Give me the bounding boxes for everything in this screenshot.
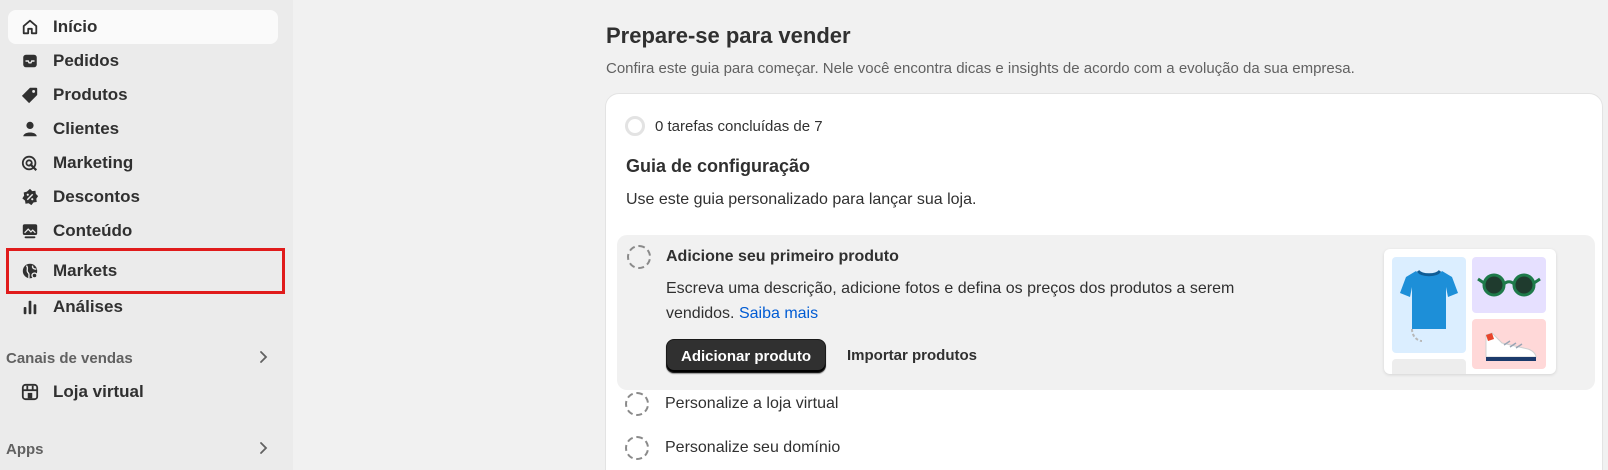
task-add-product[interactable]: Adicione seu primeiro produto Escreva um…	[617, 235, 1595, 390]
add-product-button[interactable]: Adicionar produto	[666, 339, 826, 373]
shirt-tile	[1392, 257, 1466, 353]
image-icon	[21, 222, 39, 240]
sidebar-item-label: Análises	[53, 297, 123, 316]
markets-highlight-frame	[6, 248, 285, 294]
guide-title: Guia de configuração	[626, 156, 811, 176]
progress-indicator: 0 tarefas concluídas de 7	[625, 116, 823, 136]
sidebar-item-label: Produtos	[53, 85, 128, 104]
sidebar-item-label: Marketing	[53, 153, 134, 172]
task-label: Personalize seu domínio	[665, 439, 841, 456]
shoe-tile	[1472, 319, 1546, 369]
page-title: Prepare-se para vender	[606, 23, 851, 48]
sidebar: Início Pedidos Produtos Clientes Marketi…	[0, 0, 293, 470]
task-incomplete-icon[interactable]	[627, 245, 651, 269]
import-products-button[interactable]: Importar produtos	[847, 347, 977, 364]
sneaker-icon	[1485, 332, 1537, 361]
sales-channels-section[interactable]: Canais de vendas	[6, 346, 276, 370]
sidebar-item-label: Conteúdo	[53, 221, 133, 240]
learn-more-link[interactable]: Saiba mais	[739, 305, 818, 322]
inbox-icon	[21, 52, 39, 70]
sidebar-item-label: Início	[53, 17, 98, 36]
home-icon	[21, 18, 39, 36]
sidebar-item-descontos[interactable]: Descontos	[8, 180, 278, 214]
sidebar-item-inicio[interactable]: Início	[8, 10, 278, 44]
sidebar-item-pedidos[interactable]: Pedidos	[8, 44, 278, 78]
sidebar-item-clientes[interactable]: Clientes	[8, 112, 278, 146]
setup-guide-card: 0 tarefas concluídas de 7 Guia de config…	[605, 93, 1603, 470]
bar-chart-icon	[21, 298, 39, 316]
task-customize-domain[interactable]: Personalize seu domínio	[625, 436, 840, 460]
sidebar-item-label: Clientes	[53, 119, 120, 138]
task-body: Escreva uma descrição, adicione fotos e …	[666, 276, 1256, 326]
task-title: Adicione seu primeiro produto	[666, 248, 899, 265]
sidebar-item-label: Descontos	[53, 187, 140, 206]
task-label: Personalize a loja virtual	[665, 395, 839, 412]
page-subtitle: Confira este guia para começar. Nele voc…	[606, 60, 1355, 77]
person-icon	[21, 120, 39, 138]
products-illustration	[1384, 249, 1556, 374]
task-incomplete-icon[interactable]	[625, 392, 649, 416]
store-icon	[21, 383, 39, 401]
section-label: Canais de vendas	[6, 349, 133, 367]
sidebar-item-produtos[interactable]: Produtos	[8, 78, 278, 112]
tshirt-icon	[1400, 269, 1458, 342]
sunglasses-icon	[1477, 273, 1541, 297]
target-icon	[21, 154, 39, 172]
tag-icon	[21, 86, 39, 104]
task-customize-store[interactable]: Personalize a loja virtual	[625, 392, 838, 416]
chevron-right-icon	[255, 349, 271, 365]
sidebar-item-label: Pedidos	[53, 51, 120, 70]
section-label: Apps	[6, 440, 44, 458]
task-incomplete-icon[interactable]	[625, 436, 649, 460]
sidebar-item-conteudo[interactable]: Conteúdo	[8, 214, 278, 248]
sidebar-item-loja-virtual[interactable]: Loja virtual	[8, 375, 278, 409]
chevron-right-icon	[255, 440, 271, 456]
sidebar-item-analises[interactable]: Análises	[8, 290, 278, 324]
sidebar-item-label: Loja virtual	[53, 382, 144, 401]
extra-tile	[1392, 359, 1466, 374]
progress-ring-icon	[625, 116, 645, 136]
glasses-tile	[1472, 257, 1546, 313]
guide-description: Use este guia personalizado para lançar …	[626, 191, 977, 208]
apps-section[interactable]: Apps	[6, 437, 276, 461]
sidebar-item-marketing[interactable]: Marketing	[8, 146, 278, 180]
discount-icon	[21, 188, 39, 206]
progress-text: 0 tarefas concluídas de 7	[655, 117, 823, 135]
